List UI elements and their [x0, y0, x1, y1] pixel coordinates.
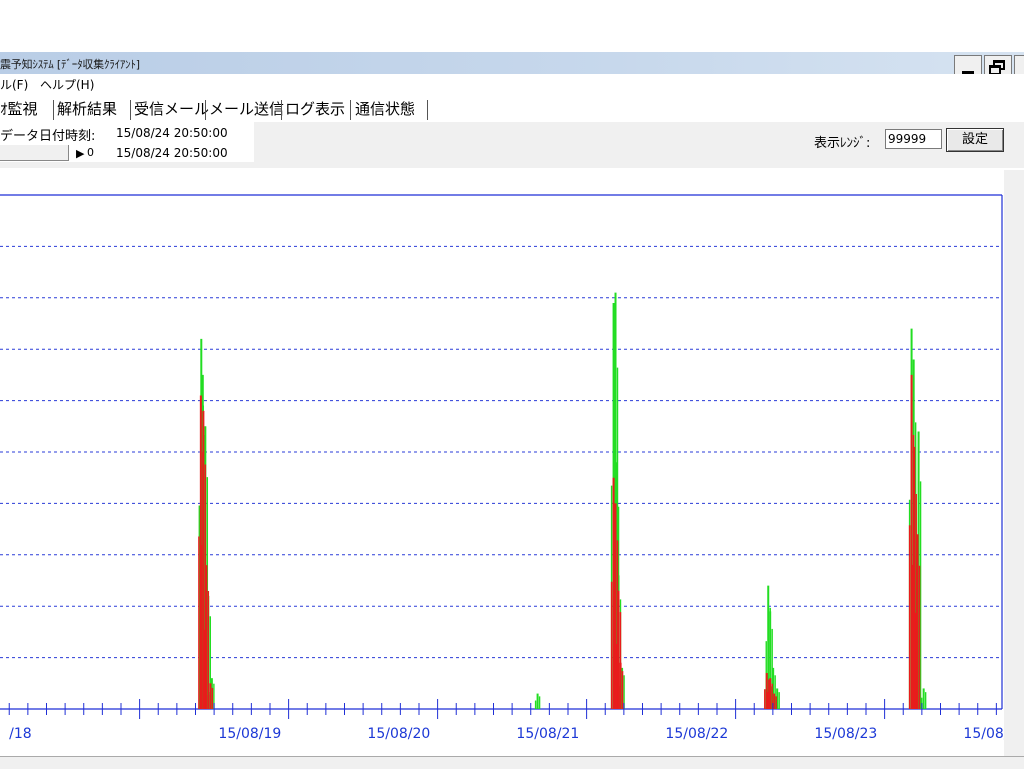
x-tick-label: 15/08/21 [516, 726, 579, 740]
window-title: 震予知ｼｽﾃﾑ [ﾃﾞｰﾀ収集ｸﾗｲｱﾝﾄ] [0, 58, 140, 71]
tab-divider [130, 100, 131, 120]
status-strip [0, 756, 1024, 769]
waveform-chart: /18 15/08/19 15/08/20 15/08/21 15/08/22 15/08… [0, 194, 1004, 740]
x-tick-label: 15/08/19 [218, 726, 281, 740]
tab-divider [427, 100, 428, 120]
tab-divider [281, 100, 282, 120]
x-tick-label: 15/08/22 [665, 726, 728, 740]
tab-send-mail[interactable]: メール送信 [209, 98, 284, 119]
display-range-input[interactable] [885, 129, 942, 149]
tab-log-view[interactable]: ログ表示 [285, 98, 345, 119]
tab-comm-status[interactable]: 通信状態 [355, 98, 415, 119]
time-scrollbar[interactable] [0, 145, 69, 161]
x-tick-label: 15/08/23 [814, 726, 877, 740]
menu-file[interactable]: ル(F) [0, 76, 28, 93]
menu-help[interactable]: ヘルプ(H) [40, 76, 94, 93]
play-arrow-icon[interactable]: ▶ [76, 147, 84, 160]
set-button[interactable]: 設定 [946, 128, 1004, 152]
tab-divider [53, 100, 54, 120]
right-panel-strip [1004, 170, 1024, 768]
tab-analysis-results[interactable]: 解析結果 [57, 98, 117, 119]
window-titlebar [0, 52, 1024, 74]
scroll-value: 0 [87, 146, 94, 159]
chart-area: /18 15/08/19 15/08/20 15/08/21 15/08/22 15/08… [0, 170, 1004, 740]
tab-divider [350, 100, 351, 120]
menu-bar [0, 74, 1024, 94]
x-tick-label: 15/08/20 [367, 726, 430, 740]
x-tick-label: /18 [9, 726, 32, 740]
display-range-label: 表示ﾚﾝｼﾞ: [814, 136, 871, 151]
scroll-time-value: 15/08/24 20:50:00 [116, 146, 228, 160]
tab-received-mail[interactable]: 受信メール [134, 98, 209, 119]
tab-divider [205, 100, 206, 120]
x-tick-label: 15/08/24 [963, 726, 1004, 740]
tab-monitor[interactable]: ｵ監視 [0, 98, 38, 119]
data-time-value: 15/08/24 20:50:00 [116, 126, 228, 140]
data-time-label: データ日付時刻: [0, 129, 96, 144]
